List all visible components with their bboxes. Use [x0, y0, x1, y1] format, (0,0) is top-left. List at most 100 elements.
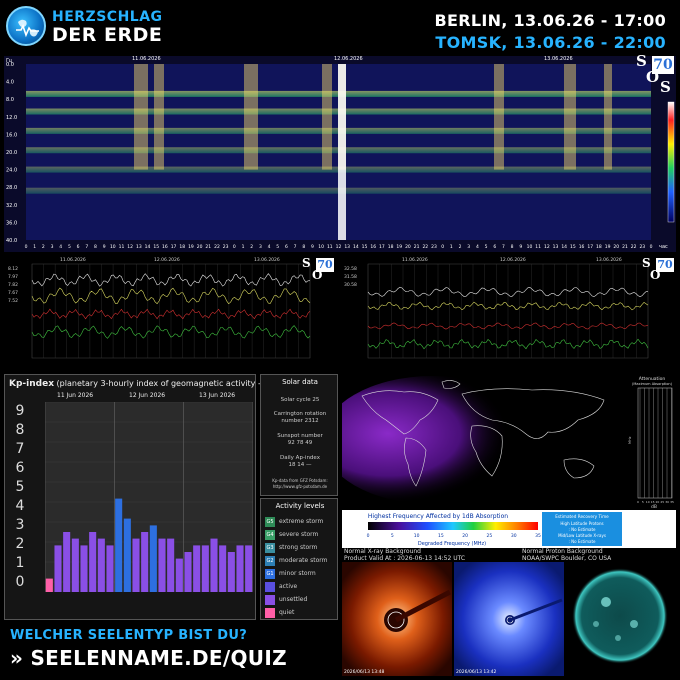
kp-index-panel: Kp-index (planetary 3-hourly index of ge… [4, 374, 331, 620]
spectro-hour-tick: 9 [103, 244, 106, 250]
spectro-hour-tick: 20 [613, 244, 619, 250]
spectro-hour-tick: 0 [233, 244, 236, 250]
spectro-hour-tick: 2 [250, 244, 253, 250]
d-region-absorption-map [322, 374, 626, 510]
activity-level-label: active [279, 583, 298, 590]
attenuation-x-tick: 30 [665, 500, 669, 504]
spectro-hour-tick: 22 [214, 244, 220, 250]
kp-bar [63, 532, 71, 592]
activity-spike [564, 64, 576, 170]
left-graph-y-3: 7.82 [8, 282, 18, 288]
spectro-y-tick: 40.0 [6, 238, 17, 244]
spectro-hour-tick: 16 [370, 244, 376, 250]
spectro-hour-tick: 19 [188, 244, 194, 250]
left-graph-y-5: 7.52 [8, 298, 18, 304]
activity-levels-panel: Activity levels G5 extreme storm G4 severe … [260, 498, 338, 620]
spectro-hour-tick: 9 [311, 244, 314, 250]
recovery-line-4: : No Estimate [569, 539, 597, 544]
activity-level-label: extreme storm [279, 518, 324, 525]
activity-title: Activity levels [275, 502, 325, 510]
amplitude-graph-right: 11.06.2026 12.06.2026 13.06.2026 32.58 3… [342, 256, 676, 368]
kp-level-label: 4 [15, 498, 25, 514]
kp-bar [158, 538, 166, 592]
kp-bar [236, 545, 244, 592]
sunspot-label: Sunspot number [277, 433, 323, 439]
spectro-hour-tick: 7 [502, 244, 505, 250]
spectro-hour-tick: 20 [197, 244, 203, 250]
recovery-line-3: Mid/Low Latitude X-rays [558, 533, 606, 538]
spectro-hour-tick: 9 [519, 244, 522, 250]
coronagraph-blue-time: 2026/06/13 13:42 [456, 669, 496, 675]
left-graph-y-2: 7.97 [8, 274, 18, 280]
carrington-value: number 2312 [281, 418, 319, 424]
spectro-hour-tick: 2 [42, 244, 45, 250]
spectro-hour-tick: 0 [650, 244, 653, 250]
spectro-hour-tick: 6 [285, 244, 288, 250]
legend-tick: 25 [487, 533, 493, 539]
spectro-hour-tick: 8 [94, 244, 97, 250]
activity-spike [338, 64, 346, 240]
spectro-y-tick: 28.0 [6, 185, 17, 191]
earth-logo-icon [6, 6, 46, 46]
spectro-hour-tick: 21 [414, 244, 420, 250]
spectro-hour-tick: 22 [422, 244, 428, 250]
spectro-hour-tick: 18 [388, 244, 394, 250]
kp-bar [54, 545, 62, 592]
spectro-hour-tick: 23 [431, 244, 437, 250]
spectro-hour-tick: 14 [353, 244, 359, 250]
spectro-hour-tick: 5 [276, 244, 279, 250]
spectro-hour-tick: 5 [68, 244, 71, 250]
spectro-y-tick: 4.0 [6, 80, 14, 86]
spectro-date-3: 13.06.2026 [544, 56, 573, 62]
sunspot-values: 92 78 49 [287, 440, 313, 446]
spectro-hour-tick: 20 [405, 244, 411, 250]
kp-title-bold: Kp-index [9, 379, 54, 389]
spectro-hour-tick: 6 [77, 244, 80, 250]
spectro-hour-tick: 13 [553, 244, 559, 250]
spectro-hour-tick: 2 [459, 244, 462, 250]
attenuation-x-tick: 20 [656, 500, 660, 504]
kp-bar [97, 538, 105, 592]
spectro-hour-tick: 13 [344, 244, 350, 250]
spectro-hour-tick: 6 [493, 244, 496, 250]
kp-bar-chart [44, 401, 254, 592]
spectro-hour-tick: 17 [379, 244, 385, 250]
spectro-hour-tick: 0 [441, 244, 444, 250]
legend-axis-label: Degraded Frequency (MHz) [418, 541, 486, 547]
activity-level-row: G1 minor storm [265, 569, 337, 579]
quiz-link[interactable]: » SEELENNAME.DE/QUIZ [10, 646, 287, 670]
spectro-hour-tick: 7 [85, 244, 88, 250]
spectro-hour-tick: 21 [622, 244, 628, 250]
kp-source-link[interactable]: http://www.gfz-potsdam.de [261, 483, 339, 490]
kp-bar [132, 538, 140, 592]
activity-level-label: severe storm [279, 531, 319, 538]
activity-level-swatch: G4 [265, 530, 275, 540]
attenuation-x-tick: 5 [642, 500, 644, 504]
right-graph-y-2: 31.58 [344, 274, 357, 280]
activity-level-swatch [265, 582, 275, 592]
activity-level-swatch [265, 608, 275, 618]
right-graph-date-2: 12.06.2026 [500, 257, 526, 263]
sos-badge-left-graph-s: S [302, 256, 311, 270]
activity-level-row: G5 extreme storm [265, 517, 337, 527]
sos-number-left-graph: 70 [316, 258, 334, 272]
carrington-label: Carrington rotation [273, 411, 327, 417]
spectro-hour-tick: 11 [535, 244, 541, 250]
kp-bar [175, 558, 183, 592]
spectro-hour-tick: 3 [51, 244, 54, 250]
right-graph-y-3: 30.58 [344, 282, 357, 288]
spectrogram-canvas: 0.04.08.012.016.020.024.028.032.036.040.… [6, 56, 675, 250]
spectro-hour-tick: 14 [561, 244, 567, 250]
coronagraph-red-image: 2026/06/13 13:48 [342, 562, 452, 676]
kp-bar [227, 552, 235, 592]
activity-spike [604, 64, 612, 170]
legend-tick: 30 [511, 533, 517, 539]
kp-bar [106, 545, 114, 592]
attenuation-x-tick: 25 [660, 500, 664, 504]
sos-number-badge: 70 [652, 56, 674, 74]
amplitude-graph-left: 11.06.2026 12.06.2026 13.06.2026 8.12 7.… [4, 256, 338, 368]
activity-level-label: minor storm [279, 570, 316, 577]
right-graph-date-1: 11.06.2026 [402, 257, 428, 263]
spectro-y-tick: 36.0 [6, 220, 17, 226]
quiz-question: WELCHER SEELENTYP BIST DU? [10, 628, 248, 643]
